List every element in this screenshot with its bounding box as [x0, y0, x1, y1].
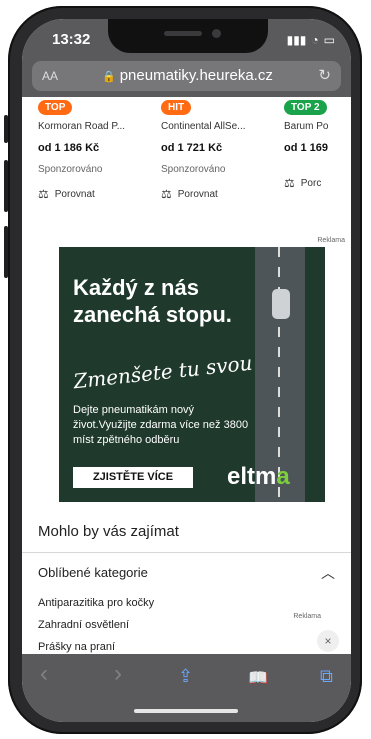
share-icon[interactable]: ⇪ [178, 666, 193, 687]
ad-body-text: Dejte pneumatikám nový život.Využijte zd… [73, 404, 249, 446]
forward-button[interactable]: › [114, 660, 122, 688]
bookmarks-icon[interactable]: 📖 [248, 668, 268, 688]
scales-icon: ⚖ [38, 187, 49, 201]
divider [22, 552, 351, 553]
wifi-icon: ◔ [311, 33, 319, 47]
logo-accent: a [276, 463, 290, 490]
ad-label: Reklama [317, 237, 345, 244]
reload-icon[interactable]: ↻ [318, 66, 331, 84]
home-indicator [134, 709, 238, 713]
ad-banner[interactable]: Každý z nás zanechá stopu. Zmenšete tu sv… [59, 247, 325, 502]
compare-label: Porovnat [177, 188, 218, 200]
volume-up-button [4, 160, 8, 212]
sponsored-label: Sponzorováno [161, 164, 226, 175]
ad-headline-line2: zanechá stopu. [73, 302, 232, 327]
notch [108, 19, 268, 53]
compare-label: Porovnat [54, 188, 95, 200]
compare-button[interactable]: ⚖ Porovnat [161, 187, 279, 201]
mute-switch [4, 115, 8, 143]
compare-button[interactable]: ⚖ Porc [284, 176, 351, 190]
ad-script-text: Zmenšete tu svou [72, 350, 254, 394]
product-price: od 1 169 [284, 142, 329, 154]
safari-toolbar: ‹ › ⇪ 📖 ⧉ [22, 654, 351, 722]
url-label: pneumatiky.heureka.cz [119, 67, 273, 84]
ad-car-graphic [272, 289, 290, 319]
reader-settings-button[interactable]: AA [42, 69, 58, 83]
compare-label: Porc [300, 177, 322, 189]
categories-title[interactable]: Oblíbené kategorie [38, 565, 148, 580]
volume-down-button [4, 226, 8, 278]
product-price: od 1 186 Kč [38, 142, 100, 154]
sponsored-label: Sponzorováno [38, 164, 103, 175]
product-card[interactable]: HIT Continental AllSe... od 1 721 Kč Spo… [161, 97, 279, 201]
product-badge: TOP 2 [284, 100, 327, 115]
category-link[interactable]: Antiparazitika pro kočky [38, 597, 154, 609]
product-card[interactable]: TOP 2 Barum Po od 1 169 ⚖ Porc [284, 97, 351, 190]
ad-label: Reklama [293, 613, 321, 620]
back-button[interactable]: ‹ [40, 660, 48, 688]
category-link[interactable]: Prášky na praní [38, 641, 115, 653]
product-name[interactable]: Continental AllSe... [161, 121, 279, 132]
ad-headline: Každý z nás zanechá stopu. [73, 274, 273, 328]
address-bar[interactable]: AA 🔒 pneumatiky.heureka.cz ↻ [32, 61, 341, 91]
battery-icon: ▭ [323, 33, 335, 47]
compare-button[interactable]: ⚖ Porovnat [38, 187, 156, 201]
tabs-icon[interactable]: ⧉ [320, 666, 333, 687]
product-price: od 1 721 Kč [161, 142, 223, 154]
scales-icon: ⚖ [161, 187, 172, 201]
chevron-up-icon[interactable]: ︿ [321, 563, 335, 583]
category-link[interactable]: Zahradní osvětlení [38, 619, 129, 631]
camera [212, 29, 221, 38]
eltma-logo: eltma [227, 463, 290, 491]
product-badge: HIT [161, 100, 192, 115]
product-name[interactable]: Kormoran Road P... [38, 121, 156, 132]
close-ad-button[interactable]: × [317, 630, 339, 652]
signal-icon: ▮▮▮ [286, 33, 307, 47]
section-title: Mohlo by vás zajímat [38, 523, 179, 540]
ad-headline-line1: Každý z nás [73, 275, 199, 300]
status-icons: ▮▮▮ ◔ ▭ [287, 33, 335, 47]
speaker [164, 31, 202, 36]
url-text[interactable]: 🔒 pneumatiky.heureka.cz [102, 67, 273, 84]
status-time: 13:32 [52, 31, 91, 48]
ad-cta-button[interactable]: ZJISTĚTE VÍCE [73, 467, 193, 488]
scales-icon: ⚖ [284, 176, 295, 190]
logo-main: eltm [227, 463, 277, 490]
page-content: TOP Kormoran Road P... od 1 186 Kč Sponz… [22, 97, 351, 654]
product-name[interactable]: Barum Po [284, 121, 351, 132]
product-card[interactable]: TOP Kormoran Road P... od 1 186 Kč Sponz… [38, 97, 156, 201]
product-badge: TOP [38, 100, 73, 115]
phone-screen: 13:32 ▮▮▮ ◔ ▭ AA 🔒 pneumatiky.heureka.cz … [22, 19, 351, 722]
lock-icon: 🔒 [102, 71, 116, 83]
